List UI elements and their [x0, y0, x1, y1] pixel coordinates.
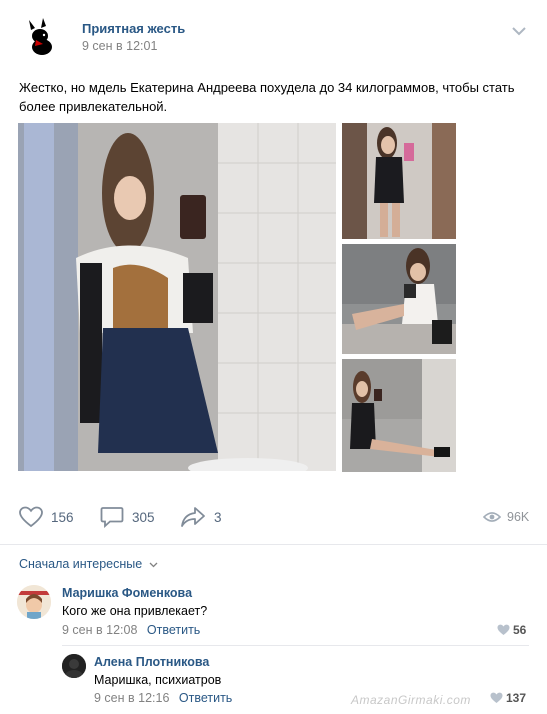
reply-author[interactable]: Алена Плотникова — [94, 655, 209, 669]
chevron-down-icon — [149, 562, 158, 568]
comment-button[interactable]: 305 — [100, 500, 155, 534]
post-date[interactable]: 9 сен в 12:01 — [82, 39, 157, 53]
group-name[interactable]: Приятная жесть — [82, 21, 185, 36]
reply-button[interactable]: Ответить — [179, 691, 232, 705]
reply-like-button[interactable]: 137 — [490, 691, 526, 705]
comment-text: Кого же она привлекает? — [62, 604, 208, 618]
post-actions: 156 305 3 96K — [0, 500, 547, 534]
comment-like-count: 56 — [513, 623, 527, 637]
comment-icon — [100, 507, 124, 528]
comment-date[interactable]: 9 сен в 12:08 — [62, 623, 137, 637]
like-button[interactable]: 156 — [19, 500, 74, 534]
heart-icon — [490, 692, 503, 703]
heart-icon — [19, 506, 43, 528]
chevron-down-icon[interactable] — [510, 24, 528, 36]
reply-date[interactable]: 9 сен в 12:16 — [94, 691, 169, 705]
divider — [62, 645, 529, 646]
share-button[interactable]: 3 — [180, 500, 222, 534]
comment-meta: 9 сен в 12:08 Ответить — [62, 623, 200, 637]
comments-sort-dropdown[interactable]: Сначала интересные — [19, 557, 158, 571]
share-count: 3 — [214, 509, 222, 525]
post-photo-main[interactable] — [18, 123, 336, 471]
group-avatar[interactable] — [19, 14, 63, 58]
post-photo-2[interactable] — [342, 123, 456, 239]
divider — [0, 544, 547, 545]
eye-icon — [483, 512, 501, 522]
post-photo-4[interactable] — [342, 359, 456, 472]
reply-text: Маришка, психиатров — [94, 673, 222, 687]
reply-button[interactable]: Ответить — [147, 623, 200, 637]
comment-avatar[interactable] — [17, 585, 51, 619]
reply-like-count: 137 — [506, 691, 527, 705]
heart-icon — [497, 624, 510, 635]
comment-like-button[interactable]: 56 — [497, 623, 526, 637]
sort-label: Сначала интересные — [19, 557, 143, 571]
share-icon — [181, 507, 205, 527]
like-count: 156 — [51, 509, 74, 525]
post-photo-3[interactable] — [342, 244, 456, 354]
reply-avatar[interactable] — [62, 654, 86, 678]
post-text: Жестко, но мдель Екатерина Андреева поху… — [19, 80, 515, 114]
reply-meta: 9 сен в 12:16 Ответить — [94, 691, 232, 705]
views-counter: 96K — [483, 500, 529, 534]
bunny-logo-icon — [19, 14, 63, 58]
views-count: 96K — [507, 510, 530, 524]
watermark: AmazanGirmaki.com — [351, 693, 471, 707]
comment-count: 305 — [132, 509, 155, 525]
comment-author[interactable]: Маришка Фоменкова — [62, 586, 192, 600]
